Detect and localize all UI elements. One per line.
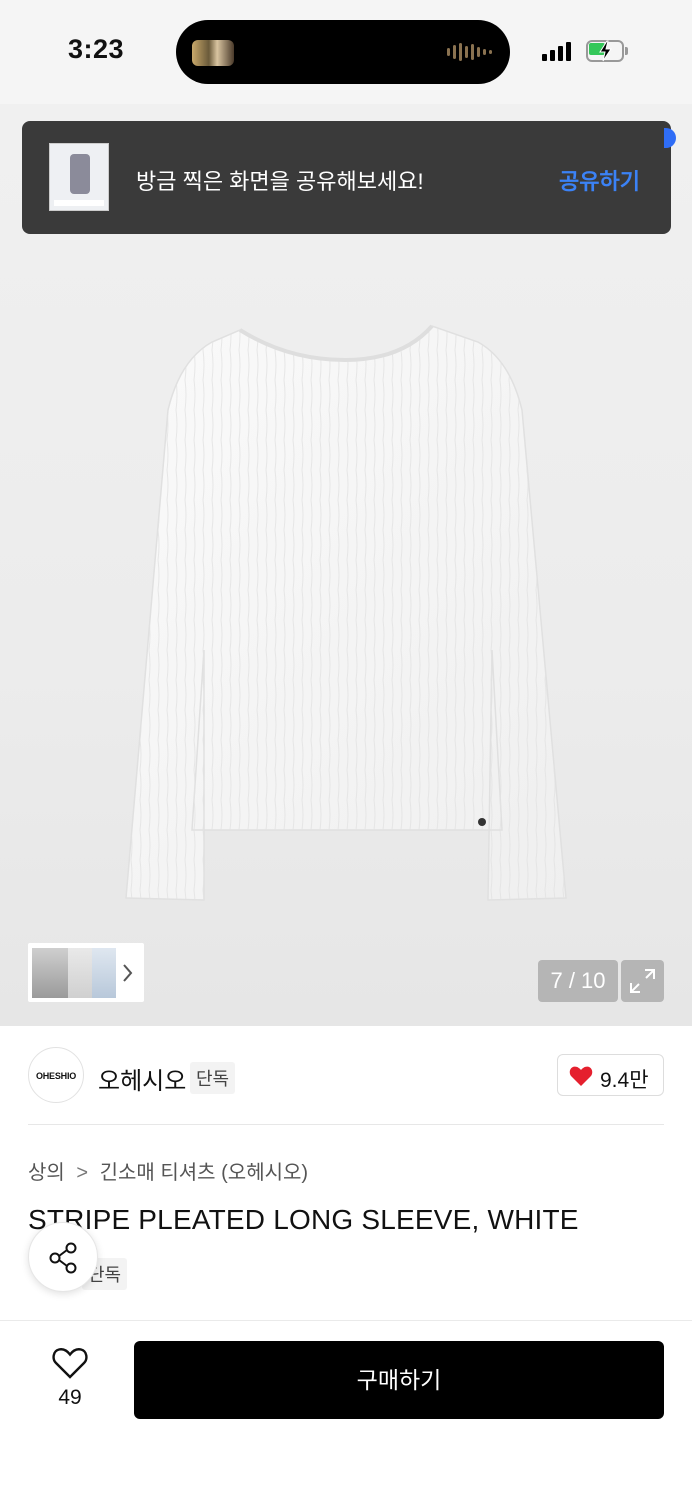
cellular-signal-icon — [542, 41, 571, 61]
toast-share-button[interactable]: 공유하기 — [559, 164, 640, 196]
brand-logo[interactable]: OHESHIO — [28, 1047, 84, 1103]
brand-like-button[interactable]: 9.4만 — [557, 1054, 664, 1096]
heart-icon — [569, 1066, 593, 1086]
brand-like-count: 9.4만 — [600, 1069, 649, 1092]
product-image[interactable] — [0, 104, 692, 1026]
wish-count: 49 — [58, 1386, 82, 1409]
related-thumbnail — [92, 948, 116, 998]
now-playing-artwork — [192, 40, 234, 66]
exclusive-badge: 단독 — [190, 1062, 236, 1094]
toast-message: 방금 찍은 화면을 공유해보세요! — [136, 169, 424, 194]
divider — [28, 1124, 664, 1125]
audio-waveform-icon — [447, 42, 492, 62]
heart-icon[interactable] — [52, 1346, 88, 1380]
expand-icon[interactable] — [621, 960, 664, 1002]
screenshot-share-toast: 방금 찍은 화면을 공유해보세요! 공유하기 — [22, 121, 671, 234]
share-icon — [49, 1242, 77, 1274]
image-counter: 7 / 10 — [538, 960, 618, 1002]
chevron-right-icon: > — [76, 1162, 89, 1184]
breadcrumb: 상의 > 긴소매 티셔츠 (오헤시오) — [28, 1156, 308, 1185]
screenshot-thumbnail[interactable] — [49, 143, 109, 211]
product-photo-shirt — [125, 324, 567, 901]
battery-icon — [586, 40, 628, 62]
brand-name[interactable]: 오헤시오 — [98, 1061, 186, 1096]
dynamic-island[interactable] — [176, 20, 510, 84]
buy-button[interactable]: 구매하기 — [134, 1341, 664, 1419]
related-images-strip[interactable] — [28, 943, 144, 1002]
status-time: 3:23 — [68, 34, 125, 64]
chevron-right-icon — [123, 964, 133, 982]
share-button[interactable] — [28, 1222, 98, 1292]
status-bar: 3:23 — [0, 0, 692, 104]
breadcrumb-item[interactable]: 긴소매 티셔츠 (오헤시오) — [100, 1162, 308, 1184]
product-title: STRIPE PLEATED LONG SLEEVE, WHITE — [28, 1204, 579, 1235]
breadcrumb-item[interactable]: 상의 — [28, 1162, 65, 1184]
